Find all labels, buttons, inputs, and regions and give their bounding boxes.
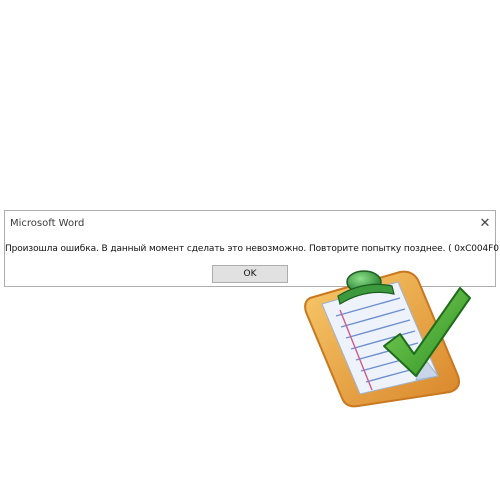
page: Microsoft Word ✕ Произошла ошибка. В дан…	[0, 0, 500, 500]
ok-button[interactable]: OK	[212, 265, 288, 283]
close-icon[interactable]: ✕	[477, 216, 493, 232]
dialog-titlebar: Microsoft Word ✕	[5, 211, 495, 237]
error-message: Произошла ошибка. В данный момент сделат…	[5, 244, 500, 254]
clipboard-checkmark-icon	[304, 270, 471, 408]
dialog-title: Microsoft Word	[10, 218, 85, 229]
